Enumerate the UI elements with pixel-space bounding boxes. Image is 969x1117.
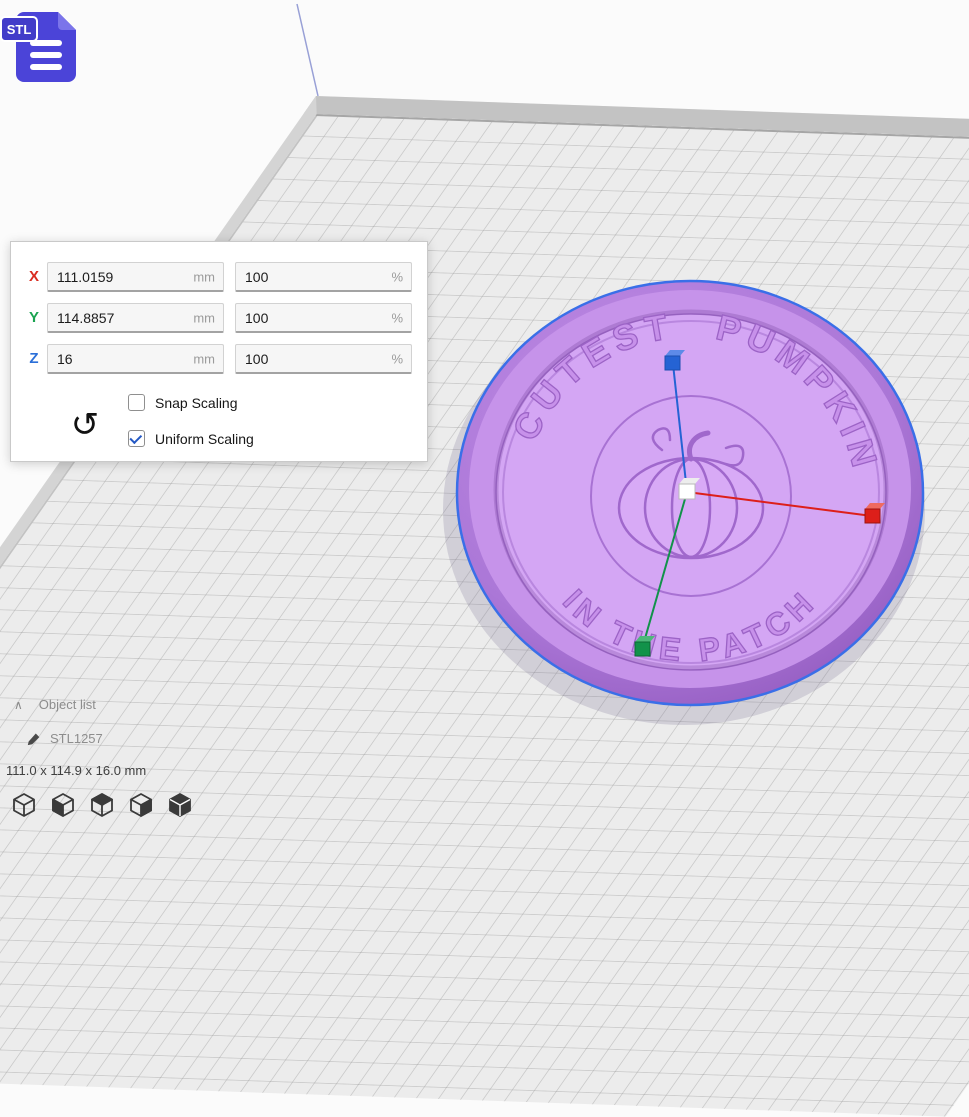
axis-x-label: X [28, 268, 39, 285]
3d-viewport[interactable]: CUTEST PUMPKIN IN THE PATCH [0, 0, 969, 1117]
scale-y-percent-field: % [235, 303, 412, 333]
snap-scaling-row: Snap Scaling [128, 394, 238, 411]
reset-scale-icon[interactable]: ↺ [65, 404, 105, 446]
scale-z-mm-input[interactable] [47, 344, 224, 374]
model-layer: CUTEST PUMPKIN IN THE PATCH [443, 279, 925, 725]
object-item-name: STL1257 [50, 730, 103, 746]
object-list-header[interactable]: ∧ Object list [14, 697, 96, 712]
object-list-item[interactable]: STL1257 [26, 730, 103, 746]
scale-z-percent-input[interactable] [235, 344, 412, 374]
uniform-scaling-checkbox[interactable] [128, 430, 145, 447]
collapse-caret-icon: ∧ [14, 697, 23, 712]
document-fold [58, 12, 76, 30]
snap-scaling-label: Snap Scaling [155, 394, 238, 411]
pencil-icon [27, 733, 40, 746]
view-right-icon[interactable] [166, 791, 194, 819]
view-top-icon[interactable] [88, 791, 116, 819]
scale-z-percent-field: % [235, 344, 412, 374]
view-3d-icon[interactable] [10, 791, 38, 819]
build-volume-edge [296, 3, 319, 97]
view-left-icon[interactable] [127, 791, 155, 819]
check-icon [129, 431, 143, 445]
axis-y-label: Y [28, 309, 39, 326]
stl-badge-text: STL [7, 22, 32, 37]
snap-scaling-checkbox[interactable] [128, 394, 145, 411]
scale-z-mm-field: mm [47, 344, 224, 374]
view-front-icon[interactable] [49, 791, 77, 819]
uniform-scaling-label: Uniform Scaling [155, 430, 254, 447]
scale-y-mm-input[interactable] [47, 303, 224, 333]
stl-file-icon[interactable]: STL [0, 4, 95, 99]
object-dimensions: 111.0 x 114.9 x 16.0 mm [6, 763, 147, 778]
scale-y-percent-input[interactable] [235, 303, 412, 333]
scale-x-percent-field: % [235, 262, 412, 292]
scale-x-percent-input[interactable] [235, 262, 412, 292]
object-list-title: Object list [38, 697, 96, 712]
scale-x-mm-input[interactable] [47, 262, 224, 292]
object-list-panel: ∧ Object list STL1257 111.0 x 114.9 x 16… [0, 697, 260, 787]
scale-tool-panel: X mm % Y mm % Z mm % ↺ [10, 241, 428, 462]
scale-y-mm-field: mm [47, 303, 224, 333]
camera-view-toolbar [10, 791, 194, 819]
scale-x-mm-field: mm [47, 262, 224, 292]
axis-z-label: Z [29, 350, 39, 367]
uniform-scaling-row: Uniform Scaling [128, 430, 254, 447]
